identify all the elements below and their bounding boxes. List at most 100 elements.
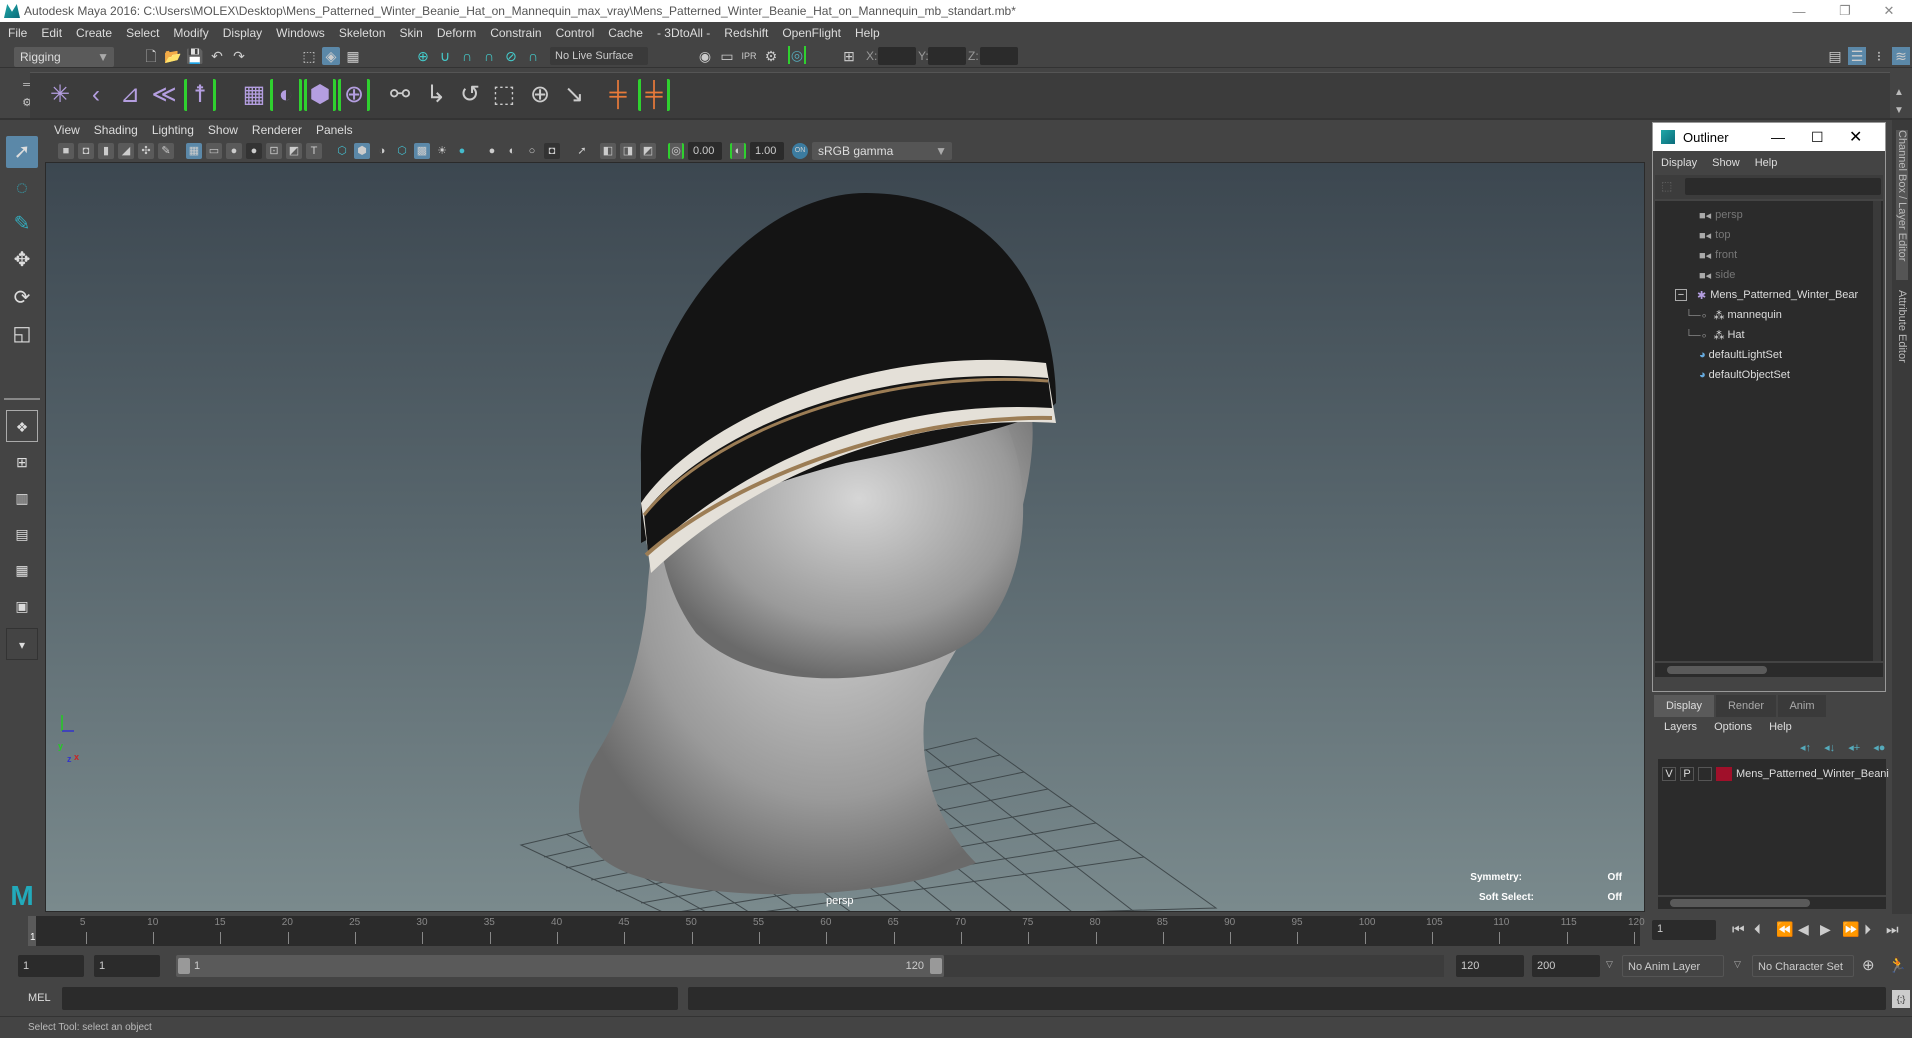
default-material-icon[interactable]: ◑ — [374, 143, 390, 159]
layer-name[interactable]: Mens_Patterned_Winter_Beani — [1736, 768, 1889, 780]
channel-box-icon[interactable]: ≋ — [1892, 47, 1910, 65]
playback-end-field[interactable]: 120 — [1456, 955, 1524, 977]
render-settings-icon[interactable]: ⚙ — [762, 47, 780, 65]
persp-graph-outliner-layout-icon[interactable]: ▣ — [6, 590, 38, 622]
layer-menu-help[interactable]: Help — [1769, 721, 1792, 733]
menu-skin[interactable]: Skin — [400, 26, 423, 40]
menu-edit[interactable]: Edit — [41, 26, 62, 40]
move-tool-icon[interactable]: ✥ — [6, 244, 38, 276]
menu-create[interactable]: Create — [76, 26, 112, 40]
outliner-item-defaultlightset[interactable]: ◕ defaultLightSet — [1699, 345, 1782, 365]
layer-menu-layers[interactable]: Layers — [1664, 721, 1697, 733]
snap-surface-icon[interactable]: ⊘ — [502, 47, 520, 65]
create-joints-icon[interactable]: ✳ — [44, 79, 76, 111]
snap-grid-icon[interactable]: ⊕ — [414, 47, 432, 65]
bookmark-icon[interactable]: ▮ — [98, 143, 114, 159]
command-input[interactable] — [62, 987, 678, 1010]
display-type-toggle[interactable] — [1698, 767, 1712, 781]
insert-joint-icon[interactable]: ‹ — [80, 79, 112, 111]
outliner-minimize-button[interactable]: — — [1771, 129, 1785, 145]
aim-constraint-icon[interactable]: ⊕ — [524, 79, 556, 111]
scale-tool-icon[interactable]: ◱ — [6, 318, 38, 350]
2d-pan-zoom-icon[interactable]: ✣ — [138, 143, 154, 159]
outliner-search-input[interactable] — [1685, 178, 1881, 195]
menu-openflight[interactable]: OpenFlight — [782, 26, 841, 40]
anti-aliasing-icon[interactable]: ○ — [524, 143, 540, 159]
redo-icon[interactable]: ↷ — [230, 47, 248, 65]
menu-cache[interactable]: Cache — [608, 26, 643, 40]
menu-3dtoall[interactable]: - 3DtoAll - — [657, 26, 710, 40]
blend-shape-link-icon[interactable]: ╪ — [638, 79, 670, 111]
select-hierarchy-icon[interactable]: ⬚ — [300, 47, 318, 65]
vp-menu-show[interactable]: Show — [208, 123, 238, 137]
cluster-icon[interactable]: ⊕ — [338, 79, 370, 111]
time-slider[interactable]: 1 5 10 15 20 25 30 35 40 45 50 55 60 65 70 75 80 85 90 95 1… — [0, 914, 1912, 948]
rotate-tool-icon[interactable]: ⟳ — [6, 282, 38, 314]
animation-preferences-icon[interactable]: 🏃 — [1888, 956, 1907, 974]
outliner-item-defaultobjectset[interactable]: ◕ defaultObjectSet — [1699, 365, 1790, 385]
gamma-icon[interactable]: ◐ — [730, 143, 746, 159]
perspective-viewport[interactable]: y z x Symmetry: Off Soft Select: Off per… — [45, 162, 1645, 912]
pole-vector-icon[interactable]: ↘ — [558, 79, 590, 111]
snap-live-icon[interactable]: ∩ — [524, 47, 542, 65]
menuset-dropdown[interactable]: Rigging ▼ — [14, 47, 114, 67]
textured-icon[interactable]: ▩ — [414, 143, 430, 159]
menu-file[interactable]: File — [8, 26, 27, 40]
four-view-layout-icon[interactable]: ⊞ — [6, 446, 38, 478]
wireframe-icon[interactable]: ⬡ — [334, 143, 350, 159]
move-layer-up-icon[interactable]: ◂↑ — [1800, 742, 1811, 754]
tab-channel-box-layer-editor[interactable]: Channel Box / Layer Editor — [1896, 130, 1908, 280]
restore-button[interactable]: ❐ — [1822, 0, 1868, 22]
chevron-down-icon[interactable]: ▽ — [1734, 959, 1741, 970]
playback-start-field[interactable]: 1 — [94, 955, 160, 977]
new-layer-icon[interactable]: ◂+ — [1848, 742, 1860, 754]
persp-outliner-layout-icon[interactable]: ▥ — [6, 482, 38, 514]
lasso-tool-icon[interactable]: ◌ — [6, 172, 38, 204]
open-scene-icon[interactable]: 📂 — [164, 47, 182, 65]
tab-attribute-editor[interactable]: Attribute Editor — [1896, 290, 1908, 410]
snap-view-icon[interactable]: ∩ — [480, 47, 498, 65]
xray-components-icon[interactable]: ◩ — [640, 143, 656, 159]
gate-mask-icon[interactable]: ● — [246, 143, 262, 159]
modeling-toolkit-icon[interactable]: ▤ — [1826, 47, 1844, 65]
outliner-item-mannequin[interactable]: └─∘ ⁂ mannequin — [1685, 305, 1782, 325]
outliner-item-group[interactable]: − ✱ Mens_Patterned_Winter_Bear — [1675, 285, 1858, 305]
hypershade-layout-icon[interactable]: ▦ — [6, 554, 38, 586]
outliner-menu-display[interactable]: Display — [1661, 157, 1697, 169]
hypershade-icon[interactable]: ◎ — [788, 46, 806, 64]
lattice-icon[interactable]: ⬢ — [304, 79, 336, 111]
outliner-menu-help[interactable]: Help — [1755, 157, 1778, 169]
close-button[interactable]: ✕ — [1866, 0, 1912, 22]
time-slider-track[interactable]: 1 5 10 15 20 25 30 35 40 45 50 55 60 65 70 75 80 85 90 95 1… — [28, 916, 1645, 946]
visibility-toggle[interactable]: V — [1662, 767, 1676, 781]
auto-key-icon[interactable]: ⊕ — [1862, 956, 1875, 974]
attribute-editor-icon[interactable]: ☰ — [1848, 47, 1866, 65]
vp-menu-view[interactable]: View — [54, 123, 80, 137]
command-language-label[interactable]: MEL — [28, 992, 51, 1004]
range-slider[interactable]: 1 120 — [176, 955, 944, 977]
anim-layer-dropdown[interactable]: No Anim Layer — [1622, 955, 1724, 977]
outliner-maximize-button[interactable]: ☐ — [1811, 129, 1824, 146]
menu-deform[interactable]: Deform — [437, 26, 476, 40]
wireframe-on-shaded-icon[interactable]: ⬡ — [394, 143, 410, 159]
menu-help[interactable]: Help — [855, 26, 880, 40]
undo-icon[interactable]: ↶ — [208, 47, 226, 65]
quick-rig-icon[interactable]: ☨ — [184, 79, 216, 111]
range-end-handle[interactable] — [930, 958, 942, 974]
menu-windows[interactable]: Windows — [276, 26, 325, 40]
color-management-toggle[interactable]: ON — [792, 143, 808, 159]
go-to-start-icon[interactable]: ⏮ — [1732, 921, 1745, 938]
grease-pencil-icon[interactable]: ✎ — [158, 143, 174, 159]
move-layer-down-icon[interactable]: ◂↓ — [1824, 742, 1835, 754]
xray-joints-icon[interactable]: ◨ — [620, 143, 636, 159]
scale-constraint-icon[interactable]: ⬚ — [488, 79, 520, 111]
shelf-scroll-icon[interactable]: ▲ ▼ — [1890, 84, 1908, 116]
ik-spline-icon[interactable]: ≪ — [148, 79, 180, 111]
menu-select[interactable]: Select — [126, 26, 159, 40]
character-set-dropdown[interactable]: No Character Set — [1752, 955, 1854, 977]
ik-handle-icon[interactable]: ⊿ — [114, 79, 146, 111]
menu-redshift[interactable]: Redshift — [724, 26, 768, 40]
tool-settings-icon[interactable]: ⁝ — [1870, 47, 1888, 65]
orient-constraint-icon[interactable]: ↺ — [454, 79, 486, 111]
outliner-close-button[interactable]: ✕ — [1849, 127, 1862, 147]
